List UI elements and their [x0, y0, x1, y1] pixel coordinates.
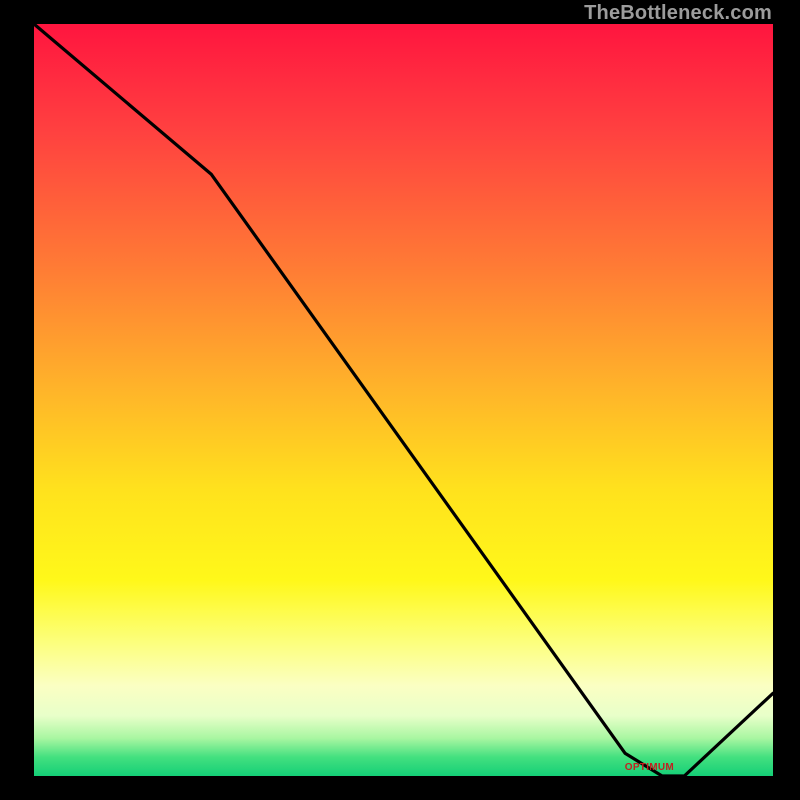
- optimum-label: OPTIMUM: [625, 762, 674, 773]
- plot-frame: TheBottleneck.com OPTIMUM: [0, 0, 800, 800]
- line-series: [34, 24, 773, 776]
- bottleneck-curve-path: [34, 24, 773, 776]
- chart-container: TheBottleneck.com OPTIMUM: [0, 0, 800, 800]
- watermark-text: TheBottleneck.com: [584, 2, 772, 25]
- plot-area: OPTIMUM: [34, 24, 773, 776]
